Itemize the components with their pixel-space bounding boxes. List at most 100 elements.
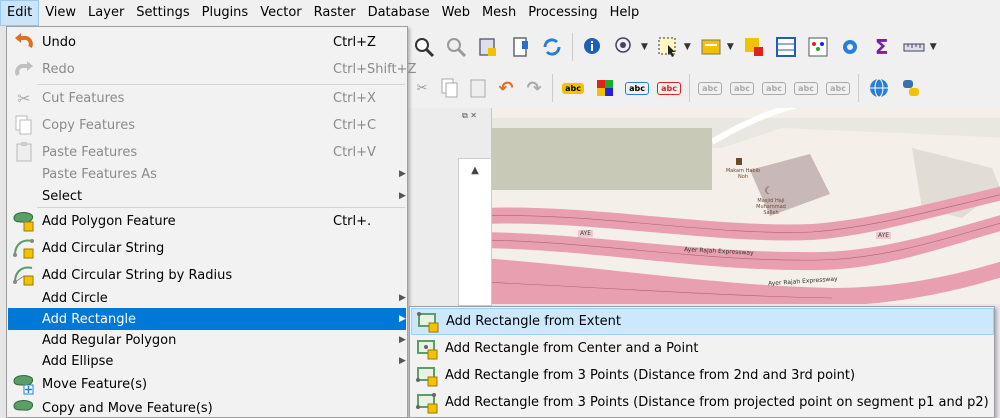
toolbar-separator (572, 33, 573, 61)
menu-settings[interactable]: Settings (130, 0, 195, 26)
chevron-down-icon[interactable]: ▼ (930, 42, 937, 52)
show-bookmarks-icon[interactable] (507, 34, 533, 60)
redo-icon (12, 59, 36, 81)
panel-float-close-icon[interactable]: ⧉ ✕ (462, 111, 477, 121)
paste-features-icon[interactable] (467, 75, 489, 101)
digitizing-toolbar: ✂ ↶ ↷ abc abc abc abc abc abc abc abc (408, 68, 1000, 108)
undo-icon[interactable]: ↶ (495, 75, 517, 101)
open-attribute-table-icon[interactable] (612, 34, 638, 60)
menu-processing[interactable]: Processing (522, 0, 603, 26)
chevron-down-icon[interactable]: ▼ (727, 42, 734, 52)
statistics-sigma-icon[interactable]: Σ (869, 34, 895, 60)
menu-item-add-rectangle[interactable]: Add Rectangle ▶ (8, 308, 406, 330)
rectangle-center-icon (416, 338, 440, 360)
scroll-up-icon[interactable]: ▲ (459, 165, 491, 176)
deselect-features-icon[interactable] (741, 34, 767, 60)
rotate-label-icon[interactable]: abc (761, 75, 787, 101)
highlight-labels-icon[interactable]: abc (656, 75, 682, 101)
change-label-icon[interactable]: abc (793, 75, 819, 101)
undo-icon (12, 31, 36, 53)
menu-item-select[interactable]: Select ▶ (8, 185, 406, 207)
python-console-icon[interactable] (898, 75, 924, 101)
settings-gear-icon[interactable] (837, 34, 863, 60)
menu-item-move-features[interactable]: Move Feature(s) (8, 371, 406, 397)
new-bookmark-icon[interactable] (475, 34, 501, 60)
chevron-down-icon[interactable]: ▼ (684, 42, 691, 52)
road-label: AYE (578, 230, 594, 237)
measure-ruler-icon[interactable] (901, 34, 927, 60)
menu-item-paste-features[interactable]: Paste Features Ctrl+V (8, 139, 406, 165)
rectangle-3points-projected-icon (416, 392, 440, 414)
submenu-item-rectangle-from-extent[interactable]: Add Rectangle from Extent (411, 308, 994, 335)
rectangle-3points-icon (416, 365, 440, 387)
submenu-item-rectangle-3-points-projected[interactable]: Add Rectangle from 3 Points (Distance fr… (411, 389, 994, 416)
field-calculator-icon[interactable] (805, 34, 831, 60)
globe-plugin-icon[interactable] (866, 75, 892, 101)
label-toolbar-icon[interactable]: abc (560, 75, 586, 101)
menu-item-undo[interactable]: Undo Ctrl+Z (8, 29, 406, 55)
chevron-down-icon[interactable]: ▼ (641, 42, 648, 52)
menu-item-redo[interactable]: Redo Ctrl+Shift+Z (8, 56, 416, 83)
menu-raster[interactable]: Raster (308, 0, 362, 26)
cut-features-icon[interactable]: ✂ (411, 75, 433, 101)
copy-move-feature-icon (12, 397, 36, 418)
menu-mesh[interactable]: Mesh (476, 0, 522, 26)
edit-menu: Undo Ctrl+Z Redo Ctrl+Shift+Z ✂ Cut Feat… (6, 26, 416, 418)
submenu-item-rectangle-3-points[interactable]: Add Rectangle from 3 Points (Distance fr… (411, 362, 994, 389)
menu-bar: Edit View Layer Settings Plugins Vector … (0, 0, 1000, 26)
circular-string-radius-icon (12, 264, 36, 286)
toolbar-separator (689, 74, 690, 102)
edit-label-icon[interactable]: abc (825, 75, 851, 101)
zoom-in-icon[interactable] (411, 34, 437, 60)
menu-item-add-ellipse[interactable]: Add Ellipse ▶ (8, 350, 406, 372)
map-canvas[interactable]: ☾ AYE AYE Ayer Rajah Expressway Ayer Raj… (492, 108, 1000, 306)
menu-item-copy-features[interactable]: Copy Features Ctrl+C (8, 112, 406, 138)
menu-web[interactable]: Web (436, 0, 476, 26)
add-rectangle-submenu: Add Rectangle from Extent Add Rectangle … (409, 306, 995, 418)
redo-icon[interactable]: ↷ (523, 75, 545, 101)
menu-vector[interactable]: Vector (254, 0, 307, 26)
menu-item-add-circular-string[interactable]: Add Circular String (8, 235, 406, 261)
menu-item-paste-features-as[interactable]: Paste Features As ▶ (8, 163, 406, 185)
identify-features-icon[interactable] (580, 34, 606, 60)
road-label: AYE (876, 232, 892, 239)
panel-scrollbar[interactable]: ▲ (458, 158, 492, 306)
submenu-arrow-icon: ▶ (399, 169, 406, 179)
menu-edit[interactable]: Edit (0, 0, 40, 26)
poi-label: Masjid Haji Muhammad Salleh (756, 198, 786, 216)
select-features-icon[interactable] (655, 34, 681, 60)
pin-labels-icon[interactable]: abc (624, 75, 650, 101)
paste-icon (12, 141, 36, 163)
menu-database[interactable]: Database (362, 0, 436, 26)
menu-view[interactable]: View (39, 0, 82, 26)
diagram-icon[interactable] (592, 75, 618, 101)
menu-item-add-regular-polygon[interactable]: Add Regular Polygon ▶ (8, 329, 406, 351)
menu-plugins[interactable]: Plugins (196, 0, 255, 26)
circular-string-icon (12, 237, 36, 259)
menu-layer[interactable]: Layer (82, 0, 130, 26)
submenu-arrow-icon: ▶ (399, 356, 406, 366)
submenu-arrow-icon: ▶ (399, 335, 406, 345)
menu-item-add-circle[interactable]: Add Circle ▶ (8, 287, 406, 309)
submenu-arrow-icon: ▶ (399, 314, 406, 324)
map-navigation-toolbar: ▼ ▼ ▼ Σ ▼ (408, 26, 1000, 68)
attribute-table-icon[interactable] (773, 34, 799, 60)
toolbar-separator (552, 74, 553, 102)
menu-item-add-circular-string-by-radius[interactable]: Add Circular String by Radius (8, 262, 406, 288)
select-by-value-icon[interactable] (698, 34, 724, 60)
menu-item-cut-features[interactable]: ✂ Cut Features Ctrl+X (8, 85, 406, 111)
poi-label: Makam Habib Noh (725, 168, 761, 180)
submenu-arrow-icon: ▶ (399, 293, 406, 303)
refresh-icon[interactable] (539, 34, 565, 60)
toolbar-separator (858, 74, 859, 102)
show-hide-labels-icon[interactable]: abc (729, 75, 755, 101)
move-label-icon[interactable]: abc (697, 75, 723, 101)
menu-item-add-polygon-feature[interactable]: Add Polygon Feature Ctrl+. (8, 208, 406, 234)
submenu-item-rectangle-from-center[interactable]: Add Rectangle from Center and a Point (411, 335, 994, 362)
menu-help[interactable]: Help (604, 0, 646, 26)
menu-item-copy-and-move-features[interactable]: Copy and Move Feature(s) (8, 398, 406, 418)
scissors-icon: ✂ (17, 88, 31, 108)
add-polygon-icon (12, 210, 36, 232)
copy-features-icon[interactable] (439, 75, 461, 101)
zoom-out-icon[interactable] (443, 34, 469, 60)
